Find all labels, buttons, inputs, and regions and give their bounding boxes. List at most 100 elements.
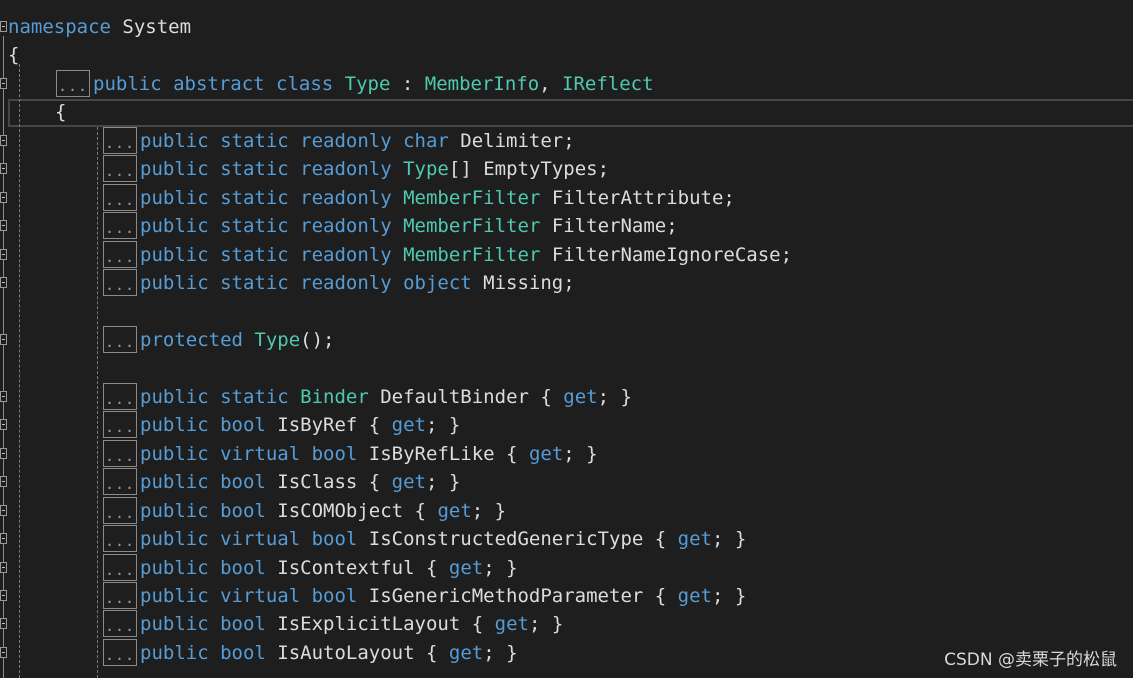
code-line[interactable]: ... public bool IsClass { get; } bbox=[0, 468, 1133, 496]
code-line[interactable]: namespace System bbox=[0, 13, 1133, 41]
keyword-token: public bool bbox=[140, 414, 278, 437]
code-line[interactable]: ... protected Type(); bbox=[0, 325, 1133, 354]
keyword-token: protected bbox=[140, 328, 255, 351]
fold-toggle-icon[interactable] bbox=[0, 561, 7, 573]
code-text: namespace System bbox=[8, 13, 191, 41]
fold-toggle-icon[interactable] bbox=[0, 504, 7, 516]
text-token: [] EmptyTypes; bbox=[448, 158, 610, 181]
fold-toggle-icon[interactable] bbox=[0, 248, 7, 260]
type-token: MemberFilter bbox=[403, 215, 541, 238]
fold-toggle-icon[interactable] bbox=[0, 618, 7, 630]
keyword-token: get bbox=[448, 556, 484, 579]
collapsed-region-button[interactable]: ... bbox=[103, 382, 137, 410]
collapsed-region-button[interactable]: ... bbox=[103, 468, 137, 496]
fold-toggle-icon[interactable] bbox=[0, 21, 7, 32]
text-token: FilterName; bbox=[540, 215, 678, 238]
text-token: FilterAttribute; bbox=[540, 186, 735, 209]
type-token: MemberFilter bbox=[403, 243, 541, 266]
collapsed-region-button[interactable]: ... bbox=[103, 439, 137, 467]
code-line[interactable]: ... public static Binder DefaultBinder { … bbox=[0, 382, 1133, 411]
code-line[interactable]: { bbox=[0, 98, 1133, 126]
collapsed-region-button[interactable]: ... bbox=[103, 183, 137, 211]
code-line[interactable]: ... public static readonly MemberFilter F… bbox=[0, 183, 1133, 212]
keyword-token: public bool bbox=[140, 641, 278, 664]
collapsed-region-button[interactable]: ... bbox=[103, 638, 137, 666]
code-line[interactable]: ... public static readonly MemberFilter F… bbox=[0, 212, 1133, 240]
keyword-token: public bool bbox=[140, 499, 278, 522]
text-token: IsGenericMethodParameter { bbox=[368, 585, 678, 607]
code-line[interactable]: ... public static readonly char Delimiter… bbox=[0, 126, 1133, 155]
collapsed-region-button[interactable]: ... bbox=[103, 525, 137, 553]
fold-toggle-icon[interactable] bbox=[0, 220, 7, 232]
text-token: ; } bbox=[483, 556, 518, 579]
keyword-token: get bbox=[563, 385, 598, 408]
code-line[interactable]: ... public bool IsContextful { get; } bbox=[0, 553, 1133, 582]
text-token: IsConstructedGenericType { bbox=[368, 528, 678, 551]
code-line[interactable]: ... public static readonly Type[] EmptyTy… bbox=[0, 155, 1133, 183]
code-line[interactable]: ... public bool IsExplicitLayout { get; } bbox=[0, 610, 1133, 638]
keyword-token: public bool bbox=[140, 613, 278, 636]
code-line[interactable]: ... public bool IsByRef { get; } bbox=[0, 411, 1133, 439]
text-token: IsClass { bbox=[277, 471, 392, 494]
text-token: ; } bbox=[563, 442, 598, 465]
fold-toggle-icon[interactable] bbox=[0, 447, 7, 459]
collapsed-region-button[interactable]: ... bbox=[103, 240, 137, 268]
code-editor[interactable]: namespace System{... public abstract clas… bbox=[0, 0, 1133, 678]
collapsed-region-button[interactable]: ... bbox=[103, 610, 137, 638]
keyword-token: get bbox=[391, 471, 426, 494]
collapsed-region-button[interactable]: ... bbox=[103, 411, 137, 439]
code-text: public bool IsContextful { get; } bbox=[140, 554, 518, 582]
fold-toggle-icon[interactable] bbox=[0, 590, 7, 601]
code-line[interactable] bbox=[0, 298, 1133, 326]
type-token: Type bbox=[254, 328, 301, 351]
text-token: ; } bbox=[711, 585, 747, 607]
code-line[interactable]: { bbox=[0, 41, 1133, 69]
collapsed-region-button[interactable]: ... bbox=[103, 126, 137, 154]
code-text: public virtual bool IsConstructedGeneric… bbox=[140, 525, 746, 553]
code-line[interactable]: ... public static readonly MemberFilter F… bbox=[0, 240, 1133, 269]
fold-toggle-icon[interactable] bbox=[0, 277, 7, 289]
fold-toggle-icon[interactable] bbox=[0, 333, 7, 345]
type-token: MemberInfo bbox=[424, 72, 540, 95]
fold-toggle-icon[interactable] bbox=[0, 533, 7, 545]
collapsed-region-button[interactable]: ... bbox=[103, 212, 137, 240]
collapsed-region-button[interactable]: ... bbox=[56, 69, 90, 97]
fold-toggle-icon[interactable] bbox=[0, 646, 7, 658]
code-text: public bool IsClass { get; } bbox=[140, 468, 460, 496]
keyword-token: public bool bbox=[140, 556, 278, 579]
fold-toggle-icon[interactable] bbox=[0, 419, 7, 431]
code-line[interactable]: ... public virtual bool IsByRefLike { get… bbox=[0, 439, 1133, 468]
keyword-token: public virtual bool bbox=[140, 442, 369, 465]
keyword-token: public static readonly object bbox=[140, 272, 484, 295]
keyword-token: namespace bbox=[8, 16, 111, 38]
keyword-token: get bbox=[437, 499, 472, 522]
code-line[interactable]: ... public virtual bool IsConstructedGene… bbox=[0, 525, 1133, 553]
collapsed-region-button[interactable]: ... bbox=[103, 553, 137, 581]
collapsed-region-button[interactable]: ... bbox=[103, 269, 137, 297]
code-text: public virtual bool IsByRefLike { get; } bbox=[140, 440, 598, 468]
code-text: public static Binder DefaultBinder { get… bbox=[140, 383, 632, 411]
code-text: public static readonly char Delimiter; bbox=[140, 127, 575, 155]
collapsed-region-button[interactable]: ... bbox=[103, 582, 137, 609]
fold-toggle-icon[interactable] bbox=[0, 390, 7, 402]
code-line[interactable]: ... public virtual bool IsGenericMethodPa… bbox=[0, 582, 1133, 610]
code-line[interactable]: ... public static readonly object Missing… bbox=[0, 269, 1133, 297]
collapsed-region-button[interactable]: ... bbox=[103, 155, 137, 183]
text-token: ; } bbox=[426, 414, 461, 437]
collapsed-region-button[interactable]: ... bbox=[103, 496, 137, 524]
text-token: ; } bbox=[528, 613, 564, 636]
keyword-token: get bbox=[677, 528, 712, 551]
text-token: ; } bbox=[597, 385, 632, 408]
code-text: public static readonly MemberFilter Filt… bbox=[140, 241, 792, 269]
code-text: public static readonly MemberFilter Filt… bbox=[140, 184, 735, 212]
code-line[interactable] bbox=[0, 354, 1133, 382]
fold-toggle-icon[interactable] bbox=[0, 77, 7, 89]
collapsed-region-button[interactable]: ... bbox=[103, 325, 137, 353]
code-text: public bool IsByRef { get; } bbox=[140, 411, 460, 439]
fold-toggle-icon[interactable] bbox=[0, 476, 7, 488]
code-line[interactable]: ... public bool IsCOMObject { get; } bbox=[0, 496, 1133, 525]
fold-toggle-icon[interactable] bbox=[0, 163, 7, 175]
fold-toggle-icon[interactable] bbox=[0, 134, 7, 146]
fold-toggle-icon[interactable] bbox=[0, 191, 7, 203]
code-line[interactable]: ... public abstract class Type : MemberIn… bbox=[0, 69, 1133, 98]
